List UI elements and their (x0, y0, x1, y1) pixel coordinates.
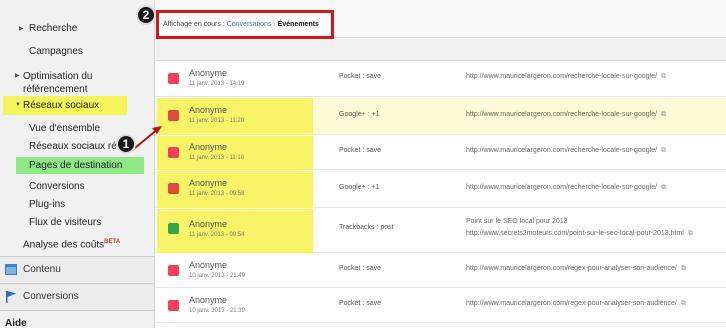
url-link[interactable]: http://www.mauricelargeron.com/regex-pou… (466, 300, 677, 307)
divider (0, 310, 154, 311)
breadcrumb-current: Événements (277, 21, 319, 28)
callout-badge-2: 2 (136, 5, 156, 25)
url-link[interactable]: http://www.mauricelargeron.com/recherche… (466, 184, 657, 191)
url-title: Point sur le SEO local pour 2013 (466, 218, 568, 225)
content-icon (5, 264, 17, 275)
google-plus-icon (168, 110, 179, 121)
highlight (157, 136, 313, 170)
url-link[interactable]: http://www.mauricelargeron.com/recherche… (466, 73, 657, 80)
table-row[interactable]: Anonyme 11 janv. 2013 - 09:54 Trackbacks… (156, 209, 726, 253)
beta-badge: BÊTA (104, 239, 121, 245)
trackback-icon (168, 223, 179, 234)
section-conversions[interactable]: Conversions (0, 284, 154, 310)
external-link-icon[interactable]: ⧉ (681, 265, 686, 272)
url-link[interactable]: http://www.mauricelargeron.com/recherche… (466, 111, 657, 118)
sidebar-item-plugins[interactable]: Plug-ins (0, 198, 154, 214)
table-header (156, 39, 726, 61)
sidebar: ▶ Recherche Campagnes ▶ Optimisation du … (0, 0, 155, 328)
sidebar-item-optimisation[interactable]: ▶ Optimisation du référencement (0, 69, 154, 97)
sidebar-item-campagnes[interactable]: Campagnes (0, 45, 154, 61)
highlight (157, 171, 313, 208)
sidebar-item-analyse-couts[interactable]: Analyse des coûtsBÊTA (0, 238, 154, 254)
main-content: Affichage en cours : Conversations › Évé… (156, 0, 726, 328)
sidebar-item-reseaux-sociaux[interactable]: ▼ Réseaux sociaux (3, 96, 127, 115)
url-link[interactable]: http://www.mauricelargeron.com/regex-pou… (466, 265, 677, 272)
google-plus-icon (168, 183, 179, 194)
highlight (157, 98, 313, 135)
pocket-icon (168, 300, 179, 311)
external-link-icon[interactable]: ⧉ (661, 111, 666, 118)
url-link[interactable]: http://www.secrets2moteurs.com/point-sur… (466, 230, 684, 237)
external-link-icon[interactable]: ⧉ (688, 230, 693, 237)
url-link[interactable]: http://www.mauricelargeron.com/recherche… (466, 147, 657, 154)
section-contenu[interactable]: Contenu (0, 257, 154, 283)
sidebar-item-aide[interactable]: Aide (0, 318, 154, 328)
table-row[interactable]: Anonyme 11 janv. 2013 - 14:19 Pocket : s… (156, 62, 726, 97)
caret-right-icon: ▶ (15, 73, 20, 79)
pocket-icon (168, 147, 179, 158)
breadcrumb: Affichage en cours : Conversations › Évé… (163, 21, 319, 28)
sidebar-item-recherche[interactable]: ▶ Recherche (0, 22, 154, 38)
callout-badge-1: 1 (116, 134, 136, 154)
external-link-icon[interactable]: ⧉ (681, 300, 686, 307)
caret-right-icon: ▶ (19, 26, 24, 32)
external-link-icon[interactable]: ⧉ (661, 184, 666, 191)
sidebar-item-conversions[interactable]: Conversions (0, 180, 154, 196)
sidebar-item-pages-destination[interactable]: Pages de destination (16, 157, 144, 174)
pocket-icon (168, 265, 179, 276)
flag-icon (5, 291, 17, 303)
caret-down-icon: ▼ (15, 102, 21, 108)
breadcrumb-link-conversations[interactable]: Conversations (227, 21, 272, 28)
external-link-icon[interactable]: ⧉ (661, 147, 666, 154)
table-row[interactable]: Anonyme 10 janv. 2013 - 21:49 Pocket : s… (156, 254, 726, 288)
table-row[interactable]: Anonyme 11 janv. 2013 - 11:10 Pocket : s… (156, 136, 726, 170)
pocket-icon (168, 73, 179, 84)
highlight (157, 209, 313, 253)
table-row[interactable]: Anonyme 10 janv. 2013 - 21:39 Pocket : s… (156, 289, 726, 323)
breadcrumb-callout: Affichage en cours : Conversations › Évé… (156, 10, 334, 39)
table-row[interactable]: Anonyme 11 janv. 2013 - 09:58 Google+ : … (156, 171, 726, 208)
sidebar-item-flux-visiteurs[interactable]: Flux de visiteurs (0, 216, 154, 232)
table-row[interactable]: Anonyme 11 janv. 2013 - 11:20 Google+ : … (156, 98, 726, 135)
external-link-icon[interactable]: ⧉ (661, 73, 666, 80)
